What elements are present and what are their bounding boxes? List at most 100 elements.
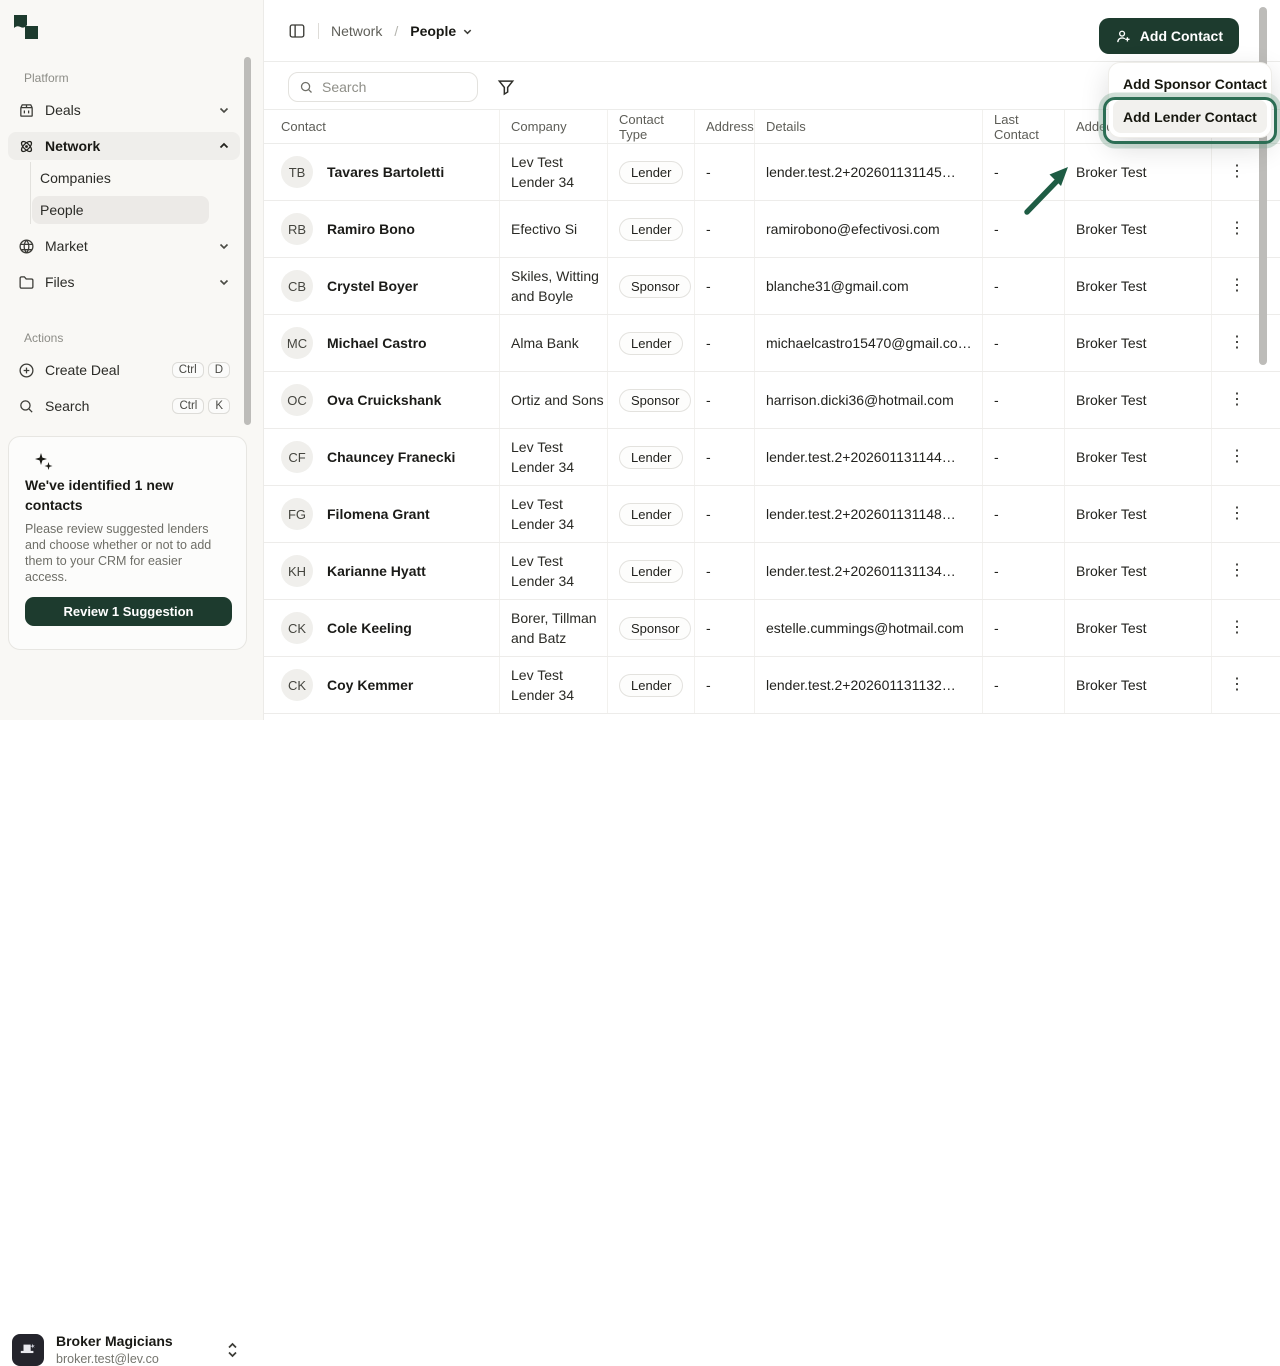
- add-contact-button[interactable]: Add Contact: [1099, 18, 1239, 54]
- contact-type-badge: Sponsor: [619, 617, 691, 640]
- row-menu-button[interactable]: ⋮: [1223, 445, 1251, 469]
- avatar: CF: [281, 441, 313, 473]
- breadcrumb-network[interactable]: Network: [331, 23, 382, 39]
- table-row[interactable]: CK Cole Keeling Borer, Tillman and Batz …: [264, 600, 1280, 657]
- avatar: CK: [281, 612, 313, 644]
- col-contact-type: Contact Type: [608, 110, 695, 143]
- user-email: broker.test@lev.co: [56, 1352, 159, 1366]
- contact-name[interactable]: Coy Kemmer: [327, 677, 413, 693]
- address-value: -: [706, 335, 711, 351]
- magician-hat-icon: [19, 1341, 37, 1359]
- row-menu-button[interactable]: ⋮: [1223, 274, 1251, 298]
- breadcrumb-people[interactable]: People: [410, 23, 473, 39]
- actions-section-label: Actions: [24, 331, 63, 345]
- contact-name[interactable]: Ova Cruickshank: [327, 392, 441, 408]
- search-action[interactable]: Search Ctrl K: [8, 392, 240, 420]
- last-contact-value: -: [994, 677, 999, 693]
- last-contact-value: -: [994, 221, 999, 237]
- suggestion-body: Please review suggested lenders and choo…: [25, 521, 227, 585]
- address-value: -: [706, 392, 711, 408]
- table-row[interactable]: MC Michael Castro Alma Bank Lender - mic…: [264, 315, 1280, 372]
- contact-name[interactable]: Chauncey Franecki: [327, 449, 455, 465]
- main-scrollbar-thumb[interactable]: [1259, 7, 1267, 365]
- chevron-down-icon: [462, 26, 473, 37]
- folder-icon: [18, 274, 35, 291]
- contact-name[interactable]: Tavares Bartoletti: [327, 164, 444, 180]
- contact-name[interactable]: Cole Keeling: [327, 620, 412, 636]
- contact-name[interactable]: Ramiro Bono: [327, 221, 415, 237]
- table-row[interactable]: KH Karianne Hyatt Lev Test Lender 34 Len…: [264, 543, 1280, 600]
- col-company: Company: [500, 110, 608, 143]
- table-row[interactable]: TB Tavares Bartoletti Lev Test Lender 34…: [264, 144, 1280, 201]
- row-menu-button[interactable]: ⋮: [1223, 217, 1251, 241]
- details-value: ramirobono@efectivosi.com: [766, 221, 940, 237]
- added-by-value: Broker Test: [1076, 620, 1147, 636]
- breadcrumb-separator: /: [394, 23, 398, 39]
- search-input[interactable]: [322, 79, 462, 95]
- contact-name[interactable]: Michael Castro: [327, 335, 427, 351]
- table-row[interactable]: CF Chauncey Franecki Lev Test Lender 34 …: [264, 429, 1280, 486]
- sidebar-item-files[interactable]: Files: [8, 268, 240, 296]
- contact-type-badge: Lender: [619, 446, 683, 469]
- sidebar-item-network[interactable]: Network: [8, 132, 240, 160]
- app-logo-icon: [14, 15, 40, 41]
- last-contact-value: -: [994, 506, 999, 522]
- contact-name[interactable]: Crystel Boyer: [327, 278, 418, 294]
- kbd-d: D: [208, 362, 230, 378]
- company-name: Alma Bank: [511, 333, 579, 353]
- table-row[interactable]: CB Crystel Boyer Skiles, Witting and Boy…: [264, 258, 1280, 315]
- added-by-value: Broker Test: [1076, 278, 1147, 294]
- table-row[interactable]: CK Coy Kemmer Lev Test Lender 34 Lender …: [264, 657, 1280, 714]
- contact-type-badge: Sponsor: [619, 389, 691, 412]
- menu-item-add-lender-contact[interactable]: Add Lender Contact: [1113, 100, 1267, 133]
- create-deal-action[interactable]: Create Deal Ctrl D: [8, 356, 240, 384]
- sidebar-item-deals[interactable]: Deals: [8, 96, 240, 124]
- sidebar-item-market[interactable]: Market: [8, 232, 240, 260]
- search-box[interactable]: [288, 72, 478, 102]
- chevron-down-icon: [218, 104, 230, 116]
- sidebar-item-label: Network: [45, 138, 100, 154]
- filter-button[interactable]: [496, 74, 522, 100]
- row-menu-button[interactable]: ⋮: [1223, 673, 1251, 697]
- table-row[interactable]: FG Filomena Grant Lev Test Lender 34 Len…: [264, 486, 1280, 543]
- contact-type-badge: Lender: [619, 332, 683, 355]
- contact-type-badge: Sponsor: [619, 275, 691, 298]
- kbd-k: K: [208, 398, 230, 414]
- row-menu-button[interactable]: ⋮: [1223, 616, 1251, 640]
- sidebar-item-people[interactable]: People: [32, 196, 209, 224]
- table-row[interactable]: OC Ova Cruickshank Ortiz and Sons Sponso…: [264, 372, 1280, 429]
- table-row[interactable]: RB Ramiro Bono Efectivo Si Lender - rami…: [264, 201, 1280, 258]
- details-value: michaelcastro15470@gmail.co…: [766, 335, 972, 351]
- sidebar-item-label: Companies: [40, 170, 111, 186]
- account-switcher[interactable]: Broker Magicians broker.test@lev.co: [0, 660, 264, 720]
- row-menu-button[interactable]: ⋮: [1223, 331, 1251, 355]
- sidebar-item-companies[interactable]: Companies: [32, 164, 209, 192]
- avatar: OC: [281, 384, 313, 416]
- network-icon: [18, 138, 35, 155]
- sidebar-item-label: Files: [45, 274, 75, 290]
- col-contact: Contact: [280, 110, 500, 143]
- review-suggestion-button[interactable]: Review 1 Suggestion: [25, 597, 232, 626]
- avatar: TB: [281, 156, 313, 188]
- address-value: -: [706, 506, 711, 522]
- added-by-value: Broker Test: [1076, 506, 1147, 522]
- suggestion-title: We've identified 1 new contacts: [25, 475, 225, 515]
- col-last-contact: Last Contact: [983, 110, 1065, 143]
- details-value: lender.test.2+202601131145…: [766, 164, 956, 180]
- contact-name[interactable]: Karianne Hyatt: [327, 563, 426, 579]
- kbd-ctrl: Ctrl: [172, 398, 204, 414]
- row-menu-button[interactable]: ⋮: [1223, 160, 1251, 184]
- last-contact-value: -: [994, 335, 999, 351]
- sidebar-toggle-icon[interactable]: [288, 22, 306, 40]
- added-by-value: Broker Test: [1076, 563, 1147, 579]
- row-menu-button[interactable]: ⋮: [1223, 559, 1251, 583]
- chevron-down-icon: [218, 276, 230, 288]
- details-value: lender.test.2+202601131144…: [766, 449, 956, 465]
- menu-item-add-sponsor-contact[interactable]: Add Sponsor Contact: [1113, 67, 1267, 100]
- contact-name[interactable]: Filomena Grant: [327, 506, 430, 522]
- kbd-ctrl: Ctrl: [172, 362, 204, 378]
- sidebar-scrollbar-thumb[interactable]: [244, 57, 251, 425]
- row-menu-button[interactable]: ⋮: [1223, 388, 1251, 412]
- row-menu-button[interactable]: ⋮: [1223, 502, 1251, 526]
- avatar: KH: [281, 555, 313, 587]
